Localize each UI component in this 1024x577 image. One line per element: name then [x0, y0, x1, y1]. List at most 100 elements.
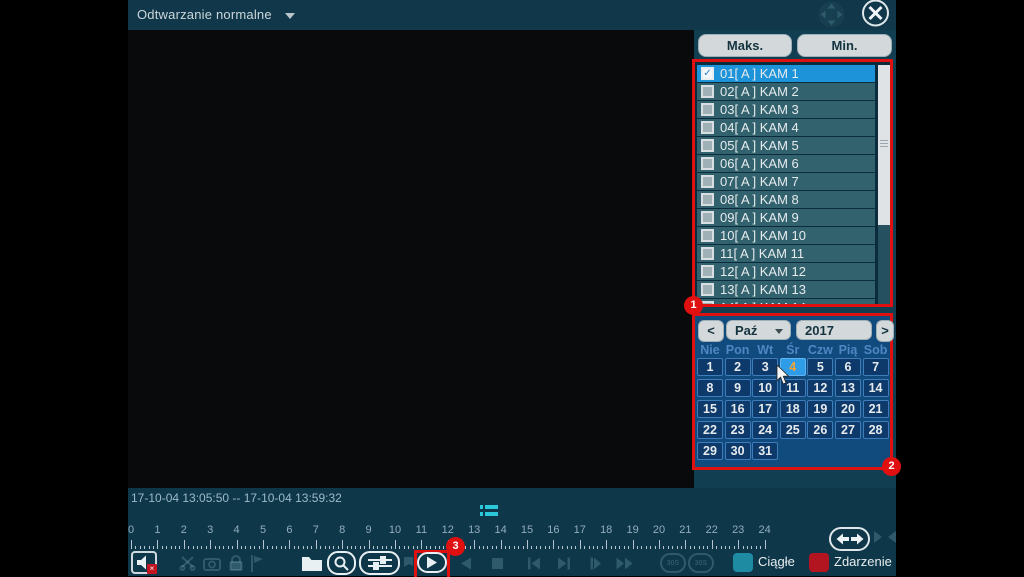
lock-icon[interactable]	[226, 551, 246, 575]
camera-label: 14[ A ] KAM 14	[720, 300, 806, 304]
calendar-day[interactable]: 16	[725, 400, 751, 418]
camera-checkbox[interactable]	[701, 121, 714, 134]
calendar-day[interactable]: 25	[780, 421, 806, 439]
calendar-day[interactable]: 8	[697, 379, 723, 397]
calendar-day[interactable]: 17	[752, 400, 778, 418]
clip-icon[interactable]	[178, 551, 198, 575]
camera-row[interactable]: 09[ A ] KAM 9	[697, 209, 875, 226]
calendar-day[interactable]: 22	[697, 421, 723, 439]
tag-icon[interactable]	[248, 551, 266, 575]
calendar-day-header: Sob	[863, 343, 889, 357]
calendar-day[interactable]: 20	[835, 400, 861, 418]
dropdown-caret-icon[interactable]	[285, 13, 295, 19]
camera-row[interactable]: 05[ A ] KAM 5	[697, 137, 875, 154]
camera-row[interactable]: 02[ A ] KAM 2	[697, 83, 875, 100]
calendar-day[interactable]: 10	[752, 379, 778, 397]
video-area	[128, 30, 694, 488]
camera-row[interactable]: 06[ A ] KAM 6	[697, 155, 875, 172]
calendar-day[interactable]: 13	[835, 379, 861, 397]
calendar-day[interactable]: 5	[807, 358, 833, 376]
camera-label: 02[ A ] KAM 2	[720, 84, 799, 99]
camera-row[interactable]: 10[ A ] KAM 10	[697, 227, 875, 244]
play-button[interactable]	[417, 552, 447, 573]
camera-checkbox[interactable]	[701, 265, 714, 278]
calendar-month-select[interactable]: Paź	[726, 320, 791, 340]
camera-label: 01[ A ] KAM 1	[720, 66, 799, 81]
camera-checkbox[interactable]	[701, 157, 714, 170]
mute-audio-button[interactable]: ×	[131, 551, 157, 574]
calendar-day[interactable]: 3	[752, 358, 778, 376]
calendar-year-field[interactable]: 2017	[796, 320, 872, 340]
camera-row[interactable]: ✓ 01[ A ] KAM 1	[697, 65, 875, 82]
hour-label: 14	[494, 524, 506, 536]
calendar-day[interactable]: 7	[863, 358, 889, 376]
camera-row[interactable]: 04[ A ] KAM 4	[697, 119, 875, 136]
calendar-day[interactable]: 9	[725, 379, 751, 397]
calendar-day[interactable]: 12	[807, 379, 833, 397]
camera-checkbox[interactable]	[701, 229, 714, 242]
camera-row[interactable]: 03[ A ] KAM 3	[697, 101, 875, 118]
camera-row[interactable]: 08[ A ] KAM 8	[697, 191, 875, 208]
min-button[interactable]: Min.	[797, 34, 892, 57]
calendar-next-button[interactable]: >	[876, 320, 894, 342]
calendar-day[interactable]: 30	[725, 442, 751, 460]
calendar-day[interactable]: 23	[725, 421, 751, 439]
hour-label: 24	[758, 524, 770, 536]
camera-checkbox[interactable]	[701, 193, 714, 206]
calendar-day[interactable]: 1	[697, 358, 723, 376]
camera-checkbox[interactable]	[701, 139, 714, 152]
previous-frame-button[interactable]	[522, 551, 546, 575]
snapshot-icon[interactable]	[202, 551, 222, 575]
camera-checkbox[interactable]	[701, 175, 714, 188]
camera-checkbox[interactable]	[701, 85, 714, 98]
scrollbar-track[interactable]	[878, 65, 890, 304]
fast-forward-button[interactable]	[612, 551, 636, 575]
camera-row[interactable]: 13[ A ] KAM 13	[697, 281, 875, 298]
calendar-day[interactable]: 14	[863, 379, 889, 397]
calendar-day[interactable]: 31	[752, 442, 778, 460]
camera-label: 09[ A ] KAM 9	[720, 210, 799, 225]
file-manager-icon[interactable]	[300, 551, 324, 575]
calendar-day[interactable]: 26	[807, 421, 833, 439]
next-frame-button[interactable]	[552, 551, 576, 575]
forward-30s-button[interactable]: 30S	[688, 553, 714, 573]
mark-icon[interactable]	[402, 551, 414, 575]
calendar-prev-button[interactable]: <	[698, 320, 724, 342]
mouse-cursor	[776, 365, 790, 385]
camera-row[interactable]: 14[ A ] KAM 14	[697, 299, 875, 304]
camera-checkbox[interactable]: ✓	[701, 67, 714, 80]
frame-step-button[interactable]	[582, 551, 606, 575]
camera-row[interactable]: 12[ A ] KAM 12	[697, 263, 875, 280]
calendar-day[interactable]: 2	[725, 358, 751, 376]
timeline-compress-icon[interactable]	[873, 530, 897, 548]
calendar-day[interactable]: 29	[697, 442, 723, 460]
timeline-zoom-button[interactable]	[829, 527, 870, 551]
stop-button[interactable]	[485, 551, 509, 575]
zoom-icon[interactable]	[327, 551, 356, 575]
calendar-day-header: Śr	[780, 343, 806, 357]
calendar-day[interactable]: 18	[780, 400, 806, 418]
hour-label: 7	[313, 524, 319, 536]
camera-checkbox[interactable]	[701, 103, 714, 116]
settings-sliders-icon[interactable]	[359, 551, 400, 575]
calendar-day[interactable]: 21	[863, 400, 889, 418]
calendar-day[interactable]: 6	[835, 358, 861, 376]
calendar-grid: 1234567891011121314151617181920212223242…	[697, 358, 889, 460]
calendar-day[interactable]: 19	[807, 400, 833, 418]
camera-row[interactable]: 07[ A ] KAM 7	[697, 173, 875, 190]
scrollbar-thumb[interactable]	[878, 65, 890, 225]
hour-label: 10	[389, 524, 401, 536]
calendar-day[interactable]: 24	[752, 421, 778, 439]
close-icon[interactable]	[861, 0, 890, 28]
max-button[interactable]: Maks.	[698, 34, 792, 57]
camera-checkbox[interactable]	[701, 247, 714, 260]
camera-checkbox[interactable]	[701, 211, 714, 224]
camera-checkbox[interactable]	[701, 283, 714, 296]
calendar-day[interactable]: 28	[863, 421, 889, 439]
rewind-30s-button[interactable]: 30S	[660, 553, 686, 573]
calendar-day-header: Nie	[697, 343, 723, 357]
camera-row[interactable]: 11[ A ] KAM 11	[697, 245, 875, 262]
calendar-day[interactable]: 27	[835, 421, 861, 439]
hour-label: 17	[574, 524, 586, 536]
calendar-day[interactable]: 15	[697, 400, 723, 418]
